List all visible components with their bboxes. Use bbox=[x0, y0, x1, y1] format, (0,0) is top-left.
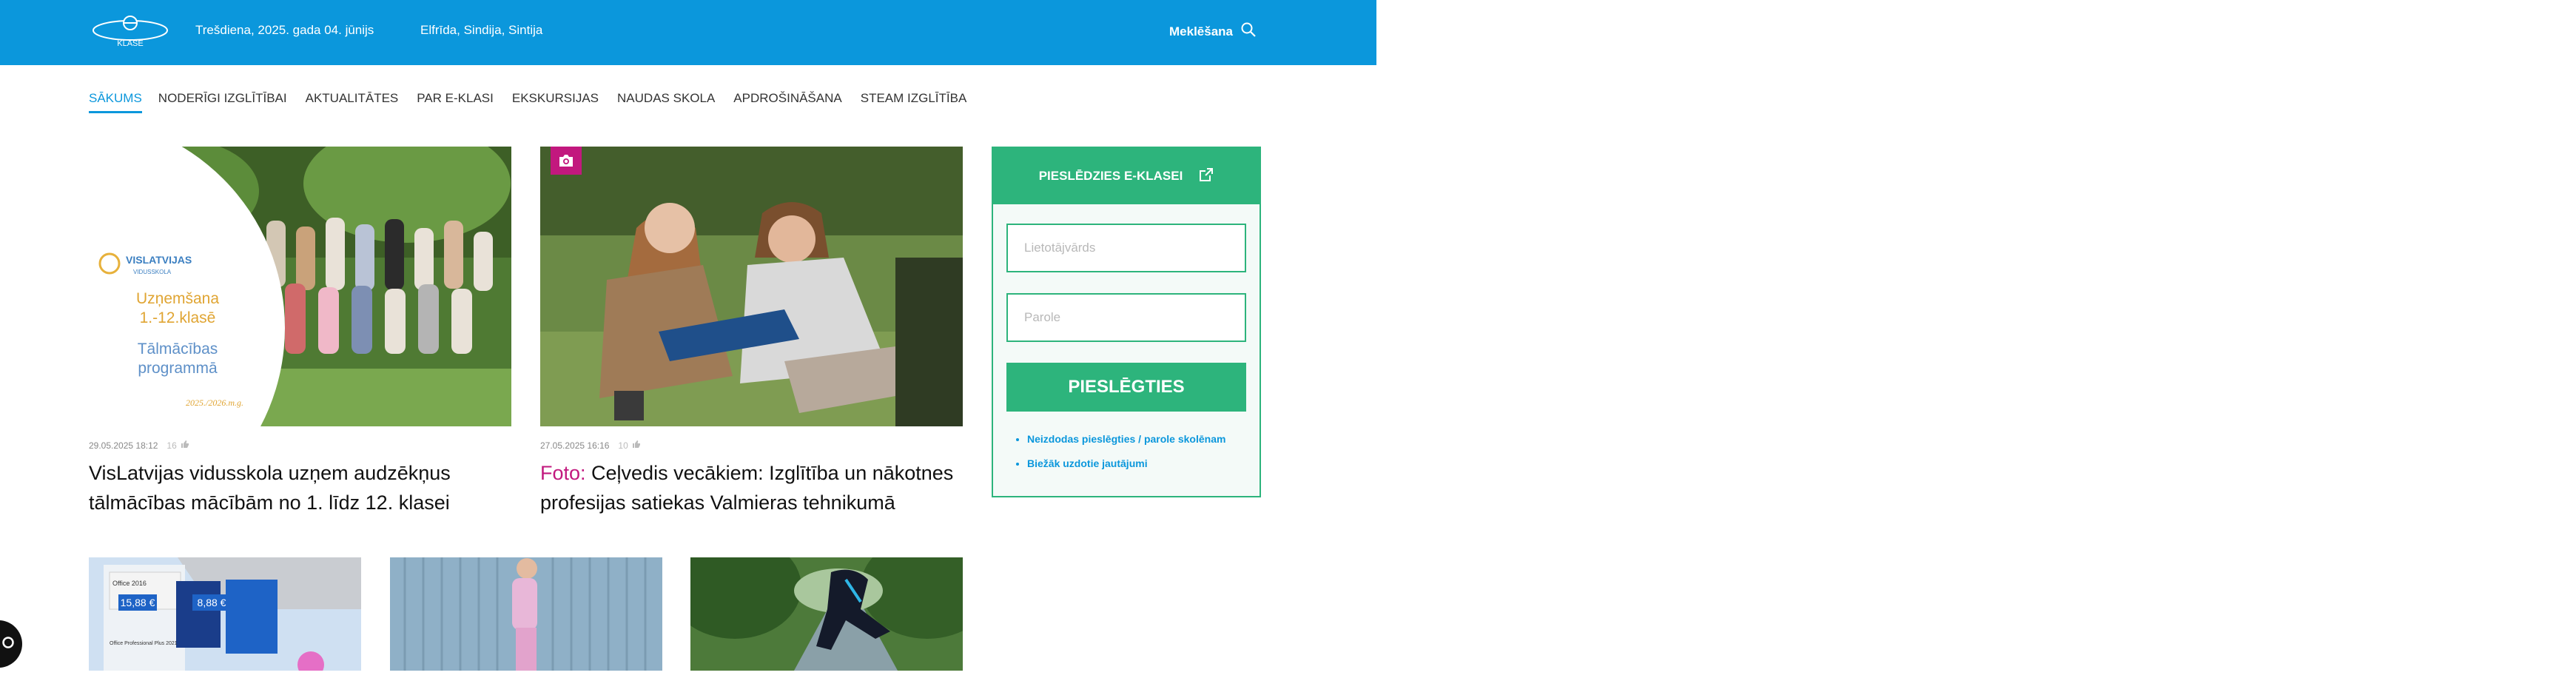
password-input[interactable] bbox=[1006, 293, 1246, 342]
nav-item-naudas-skola[interactable]: Naudas skola bbox=[617, 91, 715, 113]
image-brand-subtext: VIDUSSKOLA bbox=[133, 269, 172, 275]
article-card[interactable] bbox=[390, 557, 662, 671]
login-panel: Pieslēdzies e-klasei Pieslēgties Neizdod… bbox=[992, 147, 1261, 497]
likes-count: 10 bbox=[618, 440, 628, 451]
username-input[interactable] bbox=[1006, 224, 1246, 272]
login-help-links: Neizdodas pieslēgties / parole skolēnam … bbox=[1014, 433, 1225, 482]
article-title-text: Ceļvedis vecākiem: Izglītība un nākotnes… bbox=[540, 462, 954, 514]
search-icon bbox=[1240, 21, 1257, 41]
article-image[interactable] bbox=[540, 147, 963, 426]
article-title[interactable]: VisLatvijas vidusskola uzņem audzēkņus t… bbox=[89, 458, 511, 517]
current-date: Trešdiena, 2025. gada 04. jūnijs bbox=[195, 23, 374, 37]
article-likes: 10 bbox=[618, 440, 640, 451]
external-link-icon bbox=[1199, 167, 1214, 186]
article-date: 29.05.2025 18:12 bbox=[89, 440, 158, 451]
login-header-link[interactable]: Pieslēdzies e-klasei bbox=[993, 148, 1260, 204]
nav-item-noderigi-izglitibai[interactable]: Noderīgi izglītībai bbox=[158, 91, 287, 113]
article-image[interactable]: VISLATVIJAS VIDUSSKOLA Uzņemšana 1.-12.k… bbox=[89, 147, 511, 426]
article-card[interactable] bbox=[690, 557, 963, 671]
login-header-label: Pieslēdzies e-klasei bbox=[1038, 169, 1183, 183]
image-text-line4: programmā bbox=[138, 360, 218, 377]
eklase-logo[interactable]: KLASE bbox=[92, 14, 169, 48]
image-brand-text: VISLATVIJAS bbox=[126, 254, 192, 266]
thumbs-up-icon bbox=[632, 440, 641, 451]
price-badge: 15,88 € bbox=[121, 597, 155, 608]
article-date: 27.05.2025 16:16 bbox=[540, 440, 610, 451]
camera-icon bbox=[558, 154, 574, 167]
nav-item-aktualitates[interactable]: Aktualitātes bbox=[306, 91, 399, 113]
article-card[interactable]: 15,88 € 8,88 € Office 2016 Office Profes… bbox=[89, 557, 361, 671]
article-card[interactable]: VISLATVIJAS VIDUSSKOLA Uzņemšana 1.-12.k… bbox=[89, 147, 511, 517]
thumbs-up-icon bbox=[181, 440, 189, 451]
forgot-password-link[interactable]: Neizdodas pieslēgties / parole skolēnam bbox=[1027, 433, 1225, 445]
article-tag: Foto: bbox=[540, 462, 586, 484]
logo-text: KLASE bbox=[117, 39, 143, 48]
accessibility-icon bbox=[1, 636, 15, 653]
faq-link[interactable]: Biežāk uzdotie jautājumi bbox=[1027, 457, 1225, 469]
nav-item-ekskursijas[interactable]: Ekskursijas bbox=[512, 91, 599, 113]
nav-item-apdrosinasana[interactable]: Apdrošināšana bbox=[733, 91, 841, 113]
nav-item-steam-izglitiba[interactable]: STEAM izglītība bbox=[861, 91, 967, 113]
login-button[interactable]: Pieslēgties bbox=[1006, 363, 1246, 412]
nav-item-par-eklasi[interactable]: Par e-klasi bbox=[417, 91, 494, 113]
article-likes: 16 bbox=[167, 440, 189, 451]
article-card[interactable]: 27.05.2025 16:16 10 Foto: Ceļvedis vecāk… bbox=[540, 147, 963, 517]
article-image[interactable] bbox=[690, 557, 963, 671]
main-nav: Sākums Noderīgi izglītībai Aktualitātes … bbox=[89, 91, 966, 113]
search-label: Meklēšana bbox=[1169, 24, 1233, 38]
image-text-year: 2025./2026.m.g. bbox=[186, 397, 243, 408]
image-text-line3: Tālmācības bbox=[138, 340, 218, 358]
image-text-line2: 1.-12.klasē bbox=[140, 309, 216, 326]
accessibility-button[interactable] bbox=[0, 620, 22, 668]
article-image[interactable] bbox=[390, 557, 662, 671]
namedays: Elfrīda, Sindija, Sintija bbox=[420, 23, 543, 37]
nav-item-sakums[interactable]: Sākums bbox=[89, 91, 142, 113]
photo-gallery-badge bbox=[551, 147, 582, 175]
search-button[interactable]: Meklēšana bbox=[1169, 21, 1257, 41]
product-label: Office 2016 bbox=[112, 580, 147, 587]
article-meta: 29.05.2025 18:12 16 bbox=[89, 440, 511, 451]
top-bar: KLASE Trešdiena, 2025. gada 04. jūnijs E… bbox=[0, 0, 1376, 65]
article-meta: 27.05.2025 16:16 10 bbox=[540, 440, 963, 451]
image-text-line1: Uzņemšana bbox=[136, 290, 219, 307]
article-image[interactable]: 15,88 € 8,88 € Office 2016 Office Profes… bbox=[89, 557, 361, 671]
article-title[interactable]: Foto: Ceļvedis vecākiem: Izglītība un nā… bbox=[540, 458, 963, 517]
price-badge: 8,88 € bbox=[198, 597, 226, 608]
product-label: Office Professional Plus 2021 bbox=[110, 641, 178, 646]
likes-count: 16 bbox=[167, 440, 177, 451]
